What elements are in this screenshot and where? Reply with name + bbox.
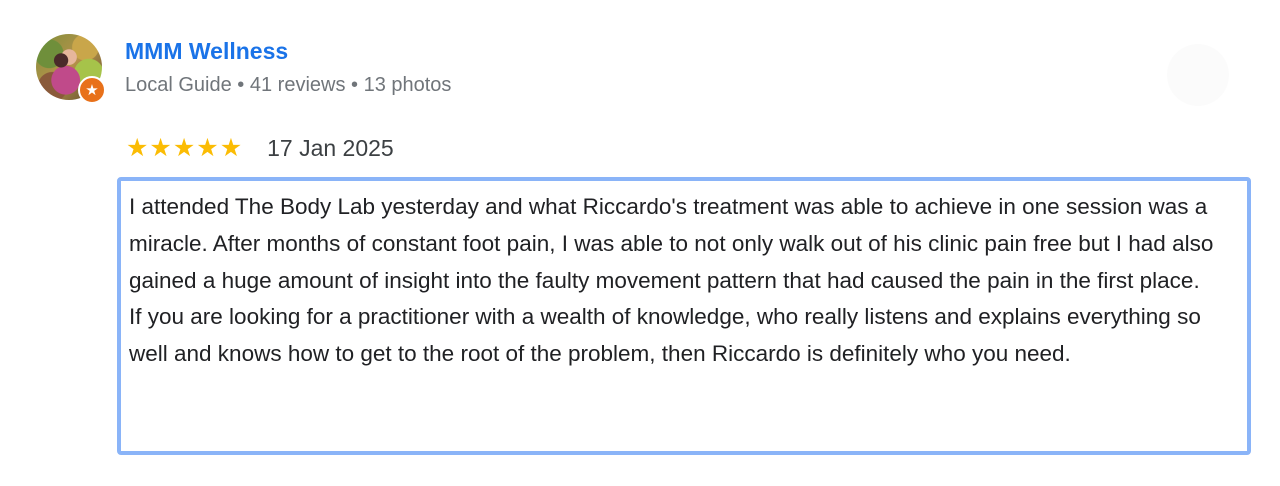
review-text[interactable]: I attended The Body Lab yesterday and wh… [117, 177, 1251, 455]
author-avatar[interactable]: ★ [36, 34, 106, 104]
local-guide-badge-icon: ★ [78, 76, 106, 104]
star-icon: ★ [219, 133, 243, 162]
star-icon: ★ [126, 133, 149, 162]
review-date: 17 Jan 2025 [267, 134, 394, 161]
rating-row: ★ ★ ★ ★ ★ 17 Jan 2025 [126, 134, 394, 162]
star-icon: ★ [149, 133, 172, 162]
star-icon: ★ [196, 133, 219, 162]
more-options-button[interactable] [1167, 44, 1229, 106]
star-rating: ★ ★ ★ ★ ★ [126, 134, 242, 162]
star-icon: ★ [172, 133, 196, 162]
review-card: ★ MMM Wellness Local Guide • 41 reviews … [0, 0, 1280, 486]
author-meta: Local Guide • 41 reviews • 13 photos [125, 74, 452, 96]
author-name-link[interactable]: MMM Wellness [125, 38, 288, 65]
